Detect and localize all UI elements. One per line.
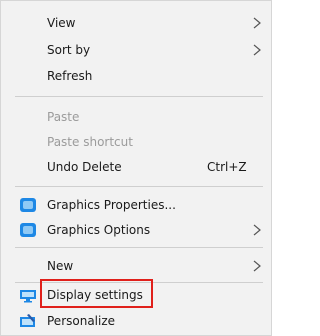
menu-item-view[interactable]: View (1, 11, 273, 35)
menu-item-label: Graphics Options (47, 223, 151, 237)
chevron-right-icon (253, 44, 261, 56)
menu-item-label: Display settings (47, 288, 143, 302)
personalize-icon (20, 314, 35, 327)
chevron-right-icon (253, 224, 261, 236)
menu-item-label: Paste (47, 110, 80, 124)
menu-item-personalize[interactable]: Personalize (1, 309, 273, 333)
desktop-context-menu: View Sort by Refresh Paste Paste shortcu… (0, 0, 272, 336)
menu-item-shortcut: Ctrl+Z (207, 160, 247, 174)
graphics-icon (20, 223, 36, 237)
menu-separator (15, 247, 263, 248)
menu-item-label: View (47, 16, 76, 30)
menu-item-graphics-properties[interactable]: Graphics Properties... (1, 193, 273, 217)
menu-item-refresh[interactable]: Refresh (1, 64, 273, 88)
chevron-right-icon (253, 17, 261, 29)
menu-item-graphics-options[interactable]: Graphics Options (1, 218, 273, 242)
menu-item-label: Undo Delete (47, 160, 122, 174)
display-icon (20, 290, 36, 303)
menu-item-label: Paste shortcut (47, 135, 133, 149)
chevron-right-icon (253, 260, 261, 272)
menu-item-new[interactable]: New (1, 254, 273, 278)
menu-item-undo-delete[interactable]: Undo Delete Ctrl+Z (1, 155, 273, 179)
menu-separator (15, 96, 263, 97)
menu-item-label: Personalize (47, 314, 116, 328)
menu-item-label: Sort by (47, 43, 91, 57)
menu-separator (15, 186, 263, 187)
menu-item-label: New (47, 259, 74, 273)
menu-item-label: Refresh (47, 69, 93, 83)
menu-item-sort-by[interactable]: Sort by (1, 38, 273, 62)
menu-item-label: Graphics Properties... (47, 198, 176, 212)
menu-item-display-settings[interactable]: Display settings (1, 283, 273, 307)
graphics-icon (20, 198, 36, 212)
menu-item-paste: Paste (1, 105, 273, 129)
menu-item-paste-shortcut: Paste shortcut (1, 130, 273, 154)
